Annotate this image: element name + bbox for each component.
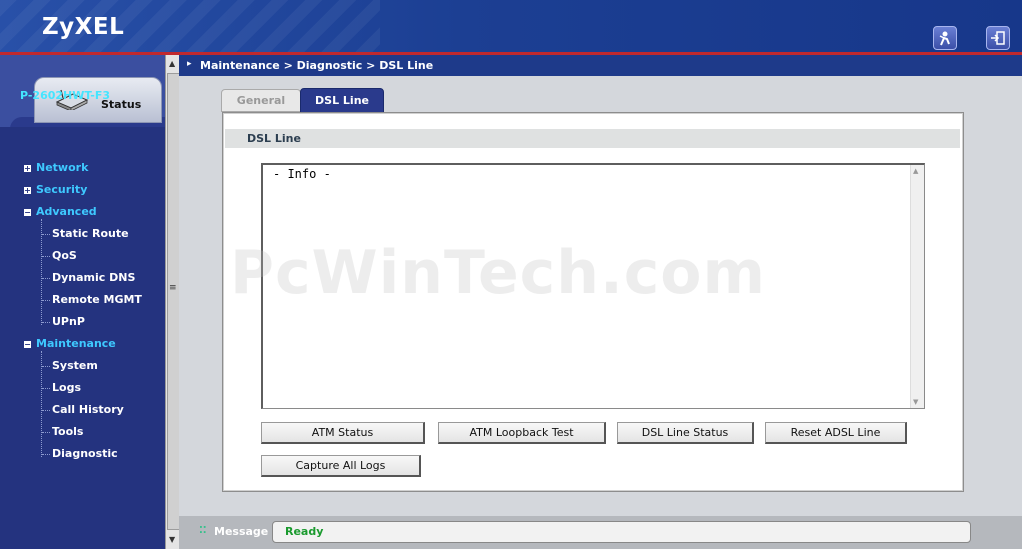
sidebar-item-diagnostic[interactable]: Diagnostic <box>52 447 118 460</box>
tab-general[interactable]: General <box>221 89 301 112</box>
reset-adsl-line-button[interactable]: Reset ADSL Line <box>765 422 907 444</box>
sidebar-item-logs[interactable]: Logs <box>52 381 81 394</box>
atm-loopback-test-button[interactable]: ATM Loopback Test <box>438 422 606 444</box>
sidebar-item-tools[interactable]: Tools <box>52 425 83 438</box>
tree-tick <box>42 366 50 367</box>
section-header: DSL Line <box>225 129 960 148</box>
tree-tick <box>42 322 50 323</box>
scroll-up-icon[interactable]: ▲ <box>169 59 175 68</box>
tab-dsl-line[interactable]: DSL Line <box>300 88 384 113</box>
wizard-icon <box>939 31 950 46</box>
sidebar-item-maintenance[interactable]: Maintenance <box>36 337 116 350</box>
device-name: P-2602HWT-F3 <box>20 89 111 102</box>
atm-status-button[interactable]: ATM Status <box>261 422 425 444</box>
sidebar-item-security[interactable]: Security <box>36 183 87 196</box>
sidebar-scrollbar[interactable]: ▲ ≡ ▼ <box>165 55 180 549</box>
breadcrumb-text: Maintenance > Diagnostic > DSL Line <box>200 59 434 72</box>
expand-security-icon[interactable]: + <box>24 187 31 195</box>
breadcrumb-arrow-icon: ▸ <box>187 59 192 69</box>
header-bar: ZyXEL <box>0 0 1022 52</box>
logout-button[interactable] <box>986 26 1010 50</box>
tree-tick <box>42 234 50 235</box>
sidebar-item-system[interactable]: System <box>52 359 98 372</box>
info-scrollbar[interactable]: ▲ ▼ <box>910 165 924 408</box>
scroll-down-icon[interactable]: ▼ <box>913 398 918 406</box>
scroll-down-icon[interactable]: ▼ <box>169 535 175 544</box>
collapse-advanced-icon[interactable]: − <box>24 209 31 217</box>
sidebar-item-remote-mgmt[interactable]: Remote MGMT <box>52 293 142 306</box>
scroll-up-icon[interactable]: ▲ <box>913 167 918 175</box>
sidebar-item-upnp[interactable]: UPnP <box>52 315 85 328</box>
message-field <box>272 521 971 543</box>
tree-tick <box>42 454 50 455</box>
dsl-line-status-button[interactable]: DSL Line Status <box>617 422 754 444</box>
tree-tick <box>42 432 50 433</box>
tree-tick <box>42 300 50 301</box>
logo: ZyXEL <box>42 14 125 40</box>
logout-icon <box>991 31 1005 45</box>
collapse-maintenance-icon[interactable]: − <box>24 341 31 349</box>
message-value: Ready <box>285 525 324 538</box>
tree-tick <box>42 256 50 257</box>
tree-tick <box>42 388 50 389</box>
tree-tick <box>42 410 50 411</box>
info-textarea[interactable]: - Info - ▲ ▼ <box>261 163 925 409</box>
sidebar-item-qos[interactable]: QoS <box>52 249 77 262</box>
wizard-button[interactable] <box>933 26 957 50</box>
breadcrumb: ▸ Maintenance > Diagnostic > DSL Line <box>179 55 1022 76</box>
sidebar-item-static-route[interactable]: Static Route <box>52 227 129 240</box>
capture-all-logs-button[interactable]: Capture All Logs <box>261 455 421 477</box>
message-dots-icon: ⁚⁚ <box>199 525 207 536</box>
tree-tick <box>42 278 50 279</box>
message-label: Message <box>214 525 269 538</box>
info-text: - Info - <box>273 167 331 181</box>
sidebar-item-advanced[interactable]: Advanced <box>36 205 97 218</box>
sidebar-item-call-history[interactable]: Call History <box>52 403 124 416</box>
expand-network-icon[interactable]: + <box>24 165 31 173</box>
sidebar-item-dynamic-dns[interactable]: Dynamic DNS <box>52 271 135 284</box>
sidebar-item-network[interactable]: Network <box>36 161 88 174</box>
scroll-grip-icon: ≡ <box>169 283 177 293</box>
section-title: DSL Line <box>247 132 301 145</box>
